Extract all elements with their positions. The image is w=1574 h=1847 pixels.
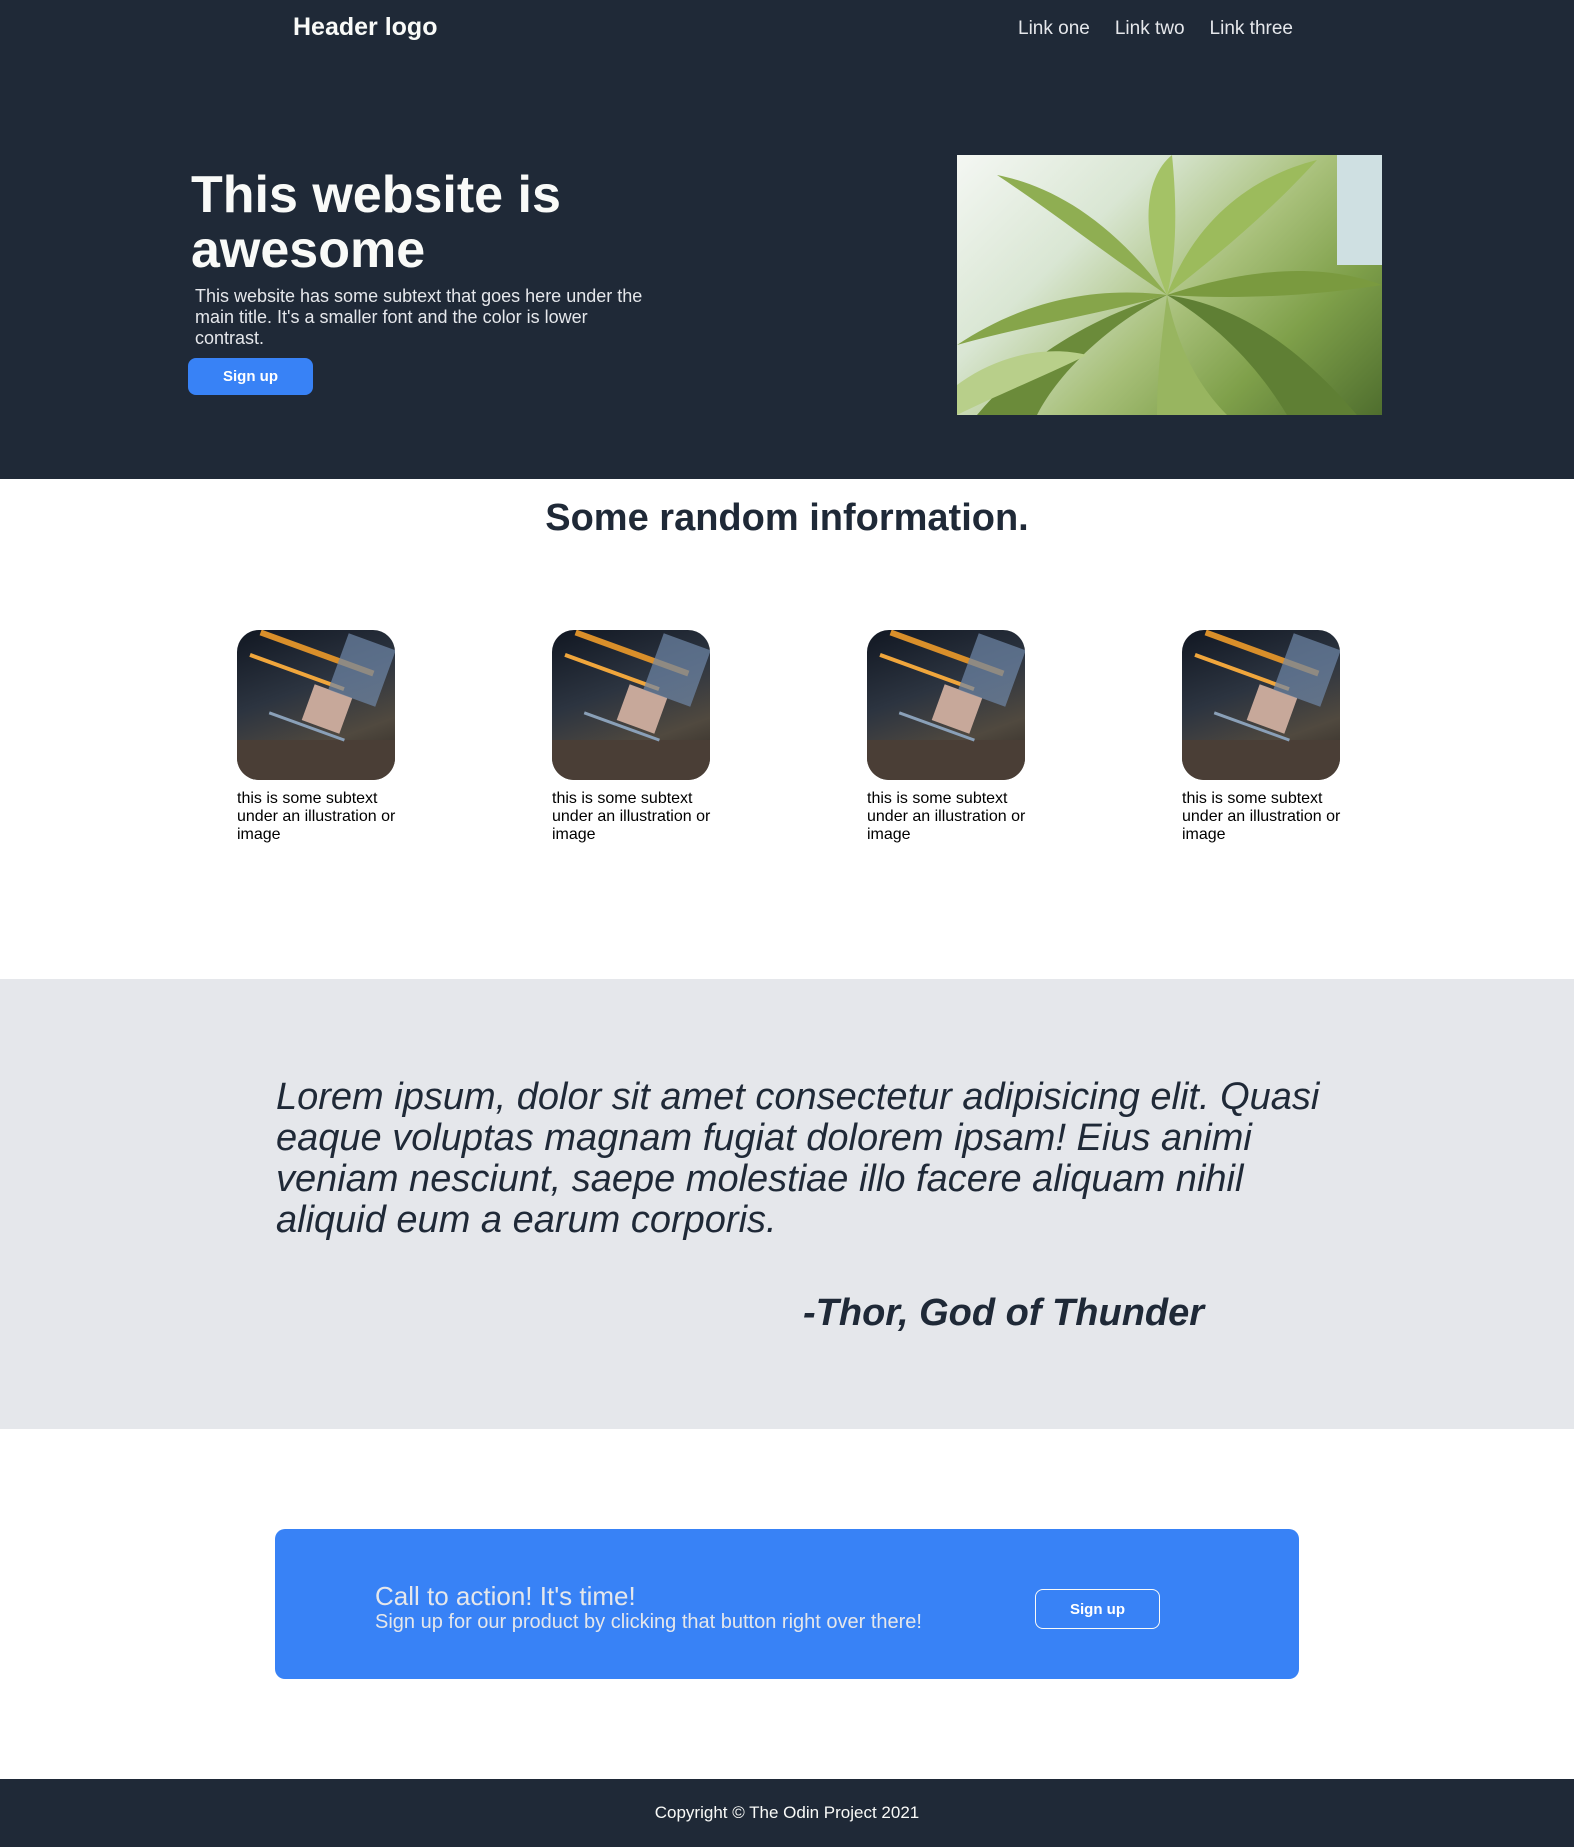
cta-signup-button[interactable]: Sign up — [1035, 1589, 1160, 1629]
info-card: this is some subtext under an illustrati… — [1182, 630, 1342, 844]
nav-link-two[interactable]: Link two — [1115, 18, 1185, 40]
header-logo[interactable]: Header logo — [293, 13, 437, 42]
circuit-board-icon — [552, 630, 710, 780]
quote-author: -Thor, God of Thunder — [803, 1292, 1205, 1334]
circuit-board-icon — [867, 630, 1025, 780]
cta-title: Call to action! It's time! — [375, 1581, 636, 1611]
card-caption: this is some subtext under an illustrati… — [1182, 790, 1341, 843]
card-caption: this is some subtext under an illustrati… — [552, 790, 711, 843]
cta-box: Call to action! It's time! Sign up for o… — [275, 1529, 1299, 1679]
footer-copyright: Copyright © The Odin Project 2021 — [654, 1803, 920, 1822]
circuit-board-icon — [1182, 630, 1340, 780]
circuit-board-icon — [237, 630, 395, 780]
card-caption: this is some subtext under an illustrati… — [237, 790, 396, 843]
hero-subtext: This website has some subtext that goes … — [195, 286, 643, 348]
info-card: this is some subtext under an illustrati… — [552, 630, 712, 844]
plant-leaves-icon — [957, 155, 1382, 415]
info-card: this is some subtext under an illustrati… — [237, 630, 397, 844]
info-title: Some random information. — [545, 497, 1029, 539]
cta-subtext: Sign up for our product by clicking that… — [375, 1611, 922, 1633]
quote-text: Lorem ipsum, dolor sit amet consectetur … — [276, 1076, 1320, 1241]
main-nav: Link one Link two Link three — [1018, 18, 1293, 40]
footer: Copyright © The Odin Project 2021 — [0, 1779, 1574, 1847]
hero-section: Header logo Link one Link two Link three… — [0, 0, 1574, 479]
info-card: this is some subtext under an illustrati… — [867, 630, 1027, 844]
nav-link-three[interactable]: Link three — [1210, 18, 1293, 40]
card-caption: this is some subtext under an illustrati… — [867, 790, 1026, 843]
quote-section: Lorem ipsum, dolor sit amet consectetur … — [0, 979, 1574, 1429]
nav-link-one[interactable]: Link one — [1018, 18, 1090, 40]
hero-title: This website is awesome — [191, 166, 561, 279]
hero-image — [957, 155, 1382, 415]
hero-signup-button[interactable]: Sign up — [188, 358, 313, 395]
